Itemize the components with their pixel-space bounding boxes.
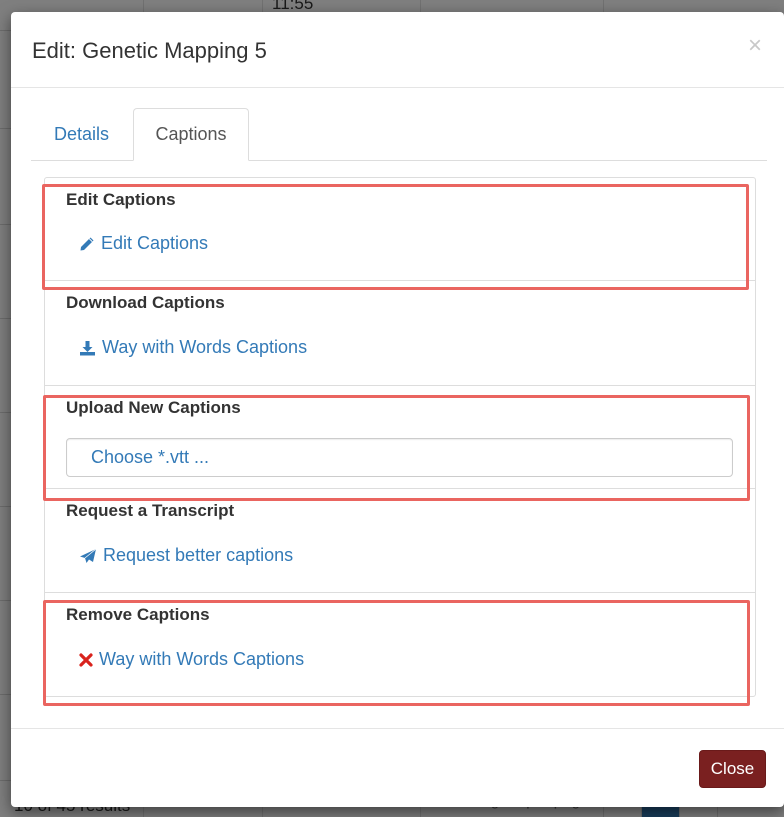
section-remove-captions: Remove Captions Way with Words Captions	[45, 593, 755, 696]
section-title-upload: Upload New Captions	[66, 398, 241, 417]
section-title-remove: Remove Captions	[66, 605, 210, 624]
close-button[interactable]: Close	[699, 750, 766, 788]
close-icon[interactable]: ×	[748, 34, 762, 58]
modal-header: Edit: Genetic Mapping 5 ×	[11, 12, 784, 88]
download-captions-link[interactable]: Way with Words Captions	[79, 337, 307, 358]
pencil-icon	[80, 237, 94, 250]
download-captions-link-label: Way with Words Captions	[102, 337, 308, 357]
tab-bar: Details Captions	[31, 108, 767, 161]
remove-icon	[79, 652, 93, 667]
edit-modal: Edit: Genetic Mapping 5 × Details Captio…	[11, 12, 784, 807]
paper-plane-icon	[80, 548, 97, 563]
edit-captions-link[interactable]: Edit Captions	[79, 233, 208, 254]
remove-captions-link-label: Way with Words Captions	[99, 649, 305, 669]
captions-panel: Edit Captions Edit Captions Download Cap…	[44, 177, 756, 697]
section-request-transcript: Request a Transcript Request better capt…	[45, 489, 755, 593]
section-edit-captions: Edit Captions Edit Captions	[45, 178, 755, 281]
remove-captions-link[interactable]: Way with Words Captions	[79, 649, 304, 670]
download-icon	[80, 340, 95, 355]
tab-captions[interactable]: Captions	[133, 108, 249, 161]
section-title-edit: Edit Captions	[66, 190, 176, 209]
section-title-request: Request a Transcript	[66, 501, 235, 520]
modal-footer: Close	[11, 728, 784, 808]
section-upload-captions: Upload New Captions Choose *.vtt ...	[45, 386, 755, 489]
tab-details[interactable]: Details	[31, 108, 132, 160]
section-title-download: Download Captions	[66, 293, 225, 312]
request-captions-link[interactable]: Request better captions	[79, 545, 293, 566]
vtt-file-input[interactable]: Choose *.vtt ...	[66, 438, 733, 477]
section-download-captions: Download Captions Way with Words Caption…	[45, 281, 755, 386]
modal-title: Edit: Genetic Mapping 5	[32, 38, 267, 63]
request-captions-link-label: Request better captions	[103, 545, 294, 565]
edit-captions-link-label: Edit Captions	[101, 233, 209, 253]
